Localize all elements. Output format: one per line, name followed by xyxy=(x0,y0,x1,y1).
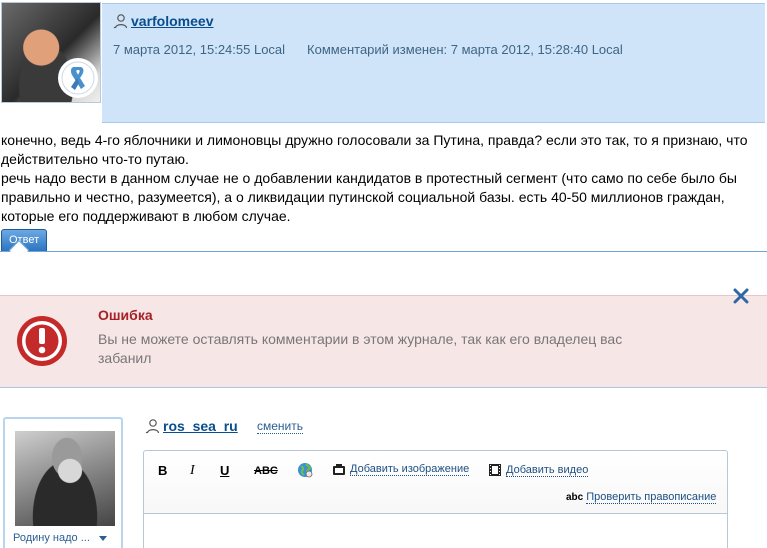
film-icon xyxy=(489,464,501,476)
camera-icon xyxy=(333,464,345,475)
divider xyxy=(0,251,767,252)
comment-textarea[interactable] xyxy=(144,513,727,548)
author-link[interactable]: varfolomeev xyxy=(113,13,213,29)
error-icon xyxy=(17,316,67,366)
author-name[interactable]: varfolomeev xyxy=(131,13,213,29)
ribbon-icon xyxy=(58,58,98,98)
italic-button[interactable]: I xyxy=(190,463,195,479)
add-image-button[interactable]: Добавить изображение xyxy=(332,463,470,476)
comment-editor: B I U ABC Добавить изображение Добавить xyxy=(143,450,728,548)
compose-avatar-box: Родину надо ... xyxy=(3,417,123,548)
userpic-caption: Родину надо ... xyxy=(13,532,90,544)
comment-text-line: речь надо вести в данном случае не о доб… xyxy=(1,170,737,224)
globe-link-icon[interactable] xyxy=(297,462,313,478)
commenter-link[interactable]: ros_sea_ru xyxy=(145,418,238,434)
underline-button[interactable]: U xyxy=(220,463,229,478)
comment-date: 7 марта 2012, 15:24:55 Local xyxy=(113,42,286,57)
spellcheck-button[interactable]: abc Проверить правописание xyxy=(566,491,717,504)
user-icon xyxy=(145,419,160,434)
user-icon xyxy=(113,14,128,29)
chevron-down-icon xyxy=(98,535,107,541)
commenter-avatar[interactable] xyxy=(15,431,115,526)
comment-body: конечно, ведь 4-го яблочники и лимоновцы… xyxy=(1,131,766,226)
comment-edited: Комментарий изменен: 7 марта 2012, 15:28… xyxy=(307,42,623,57)
userpic-selector[interactable]: Родину надо ... xyxy=(13,532,107,544)
author-avatar[interactable] xyxy=(1,2,101,103)
add-video-button[interactable]: Добавить видео xyxy=(488,463,589,477)
commenter-name[interactable]: ros_sea_ru xyxy=(163,418,238,434)
add-image-label: Добавить изображение xyxy=(350,463,470,476)
comment-text-line: конечно, ведь 4-го яблочники и лимоновцы… xyxy=(1,132,748,167)
comment-meta: 7 марта 2012, 15:24:55 Local Комментарий … xyxy=(113,42,623,57)
error-title: Ошибка xyxy=(98,307,153,323)
add-video-label: Добавить видео xyxy=(506,463,589,477)
close-icon[interactable] xyxy=(733,288,749,304)
error-message: Вы не можете оставлять комментарии в это… xyxy=(98,331,623,366)
editor-toolbar: B I U ABC Добавить изображение Добавить xyxy=(144,451,727,513)
bold-button[interactable]: B xyxy=(158,463,167,478)
spellcheck-icon: abc xyxy=(566,492,584,503)
spellcheck-label: Проверить правописание xyxy=(586,491,717,504)
comment-header: varfolomeev 7 марта 2012, 15:24:55 Local… xyxy=(0,0,767,126)
strikethrough-button[interactable]: ABC xyxy=(254,465,278,477)
change-user-link[interactable]: сменить xyxy=(257,419,304,434)
